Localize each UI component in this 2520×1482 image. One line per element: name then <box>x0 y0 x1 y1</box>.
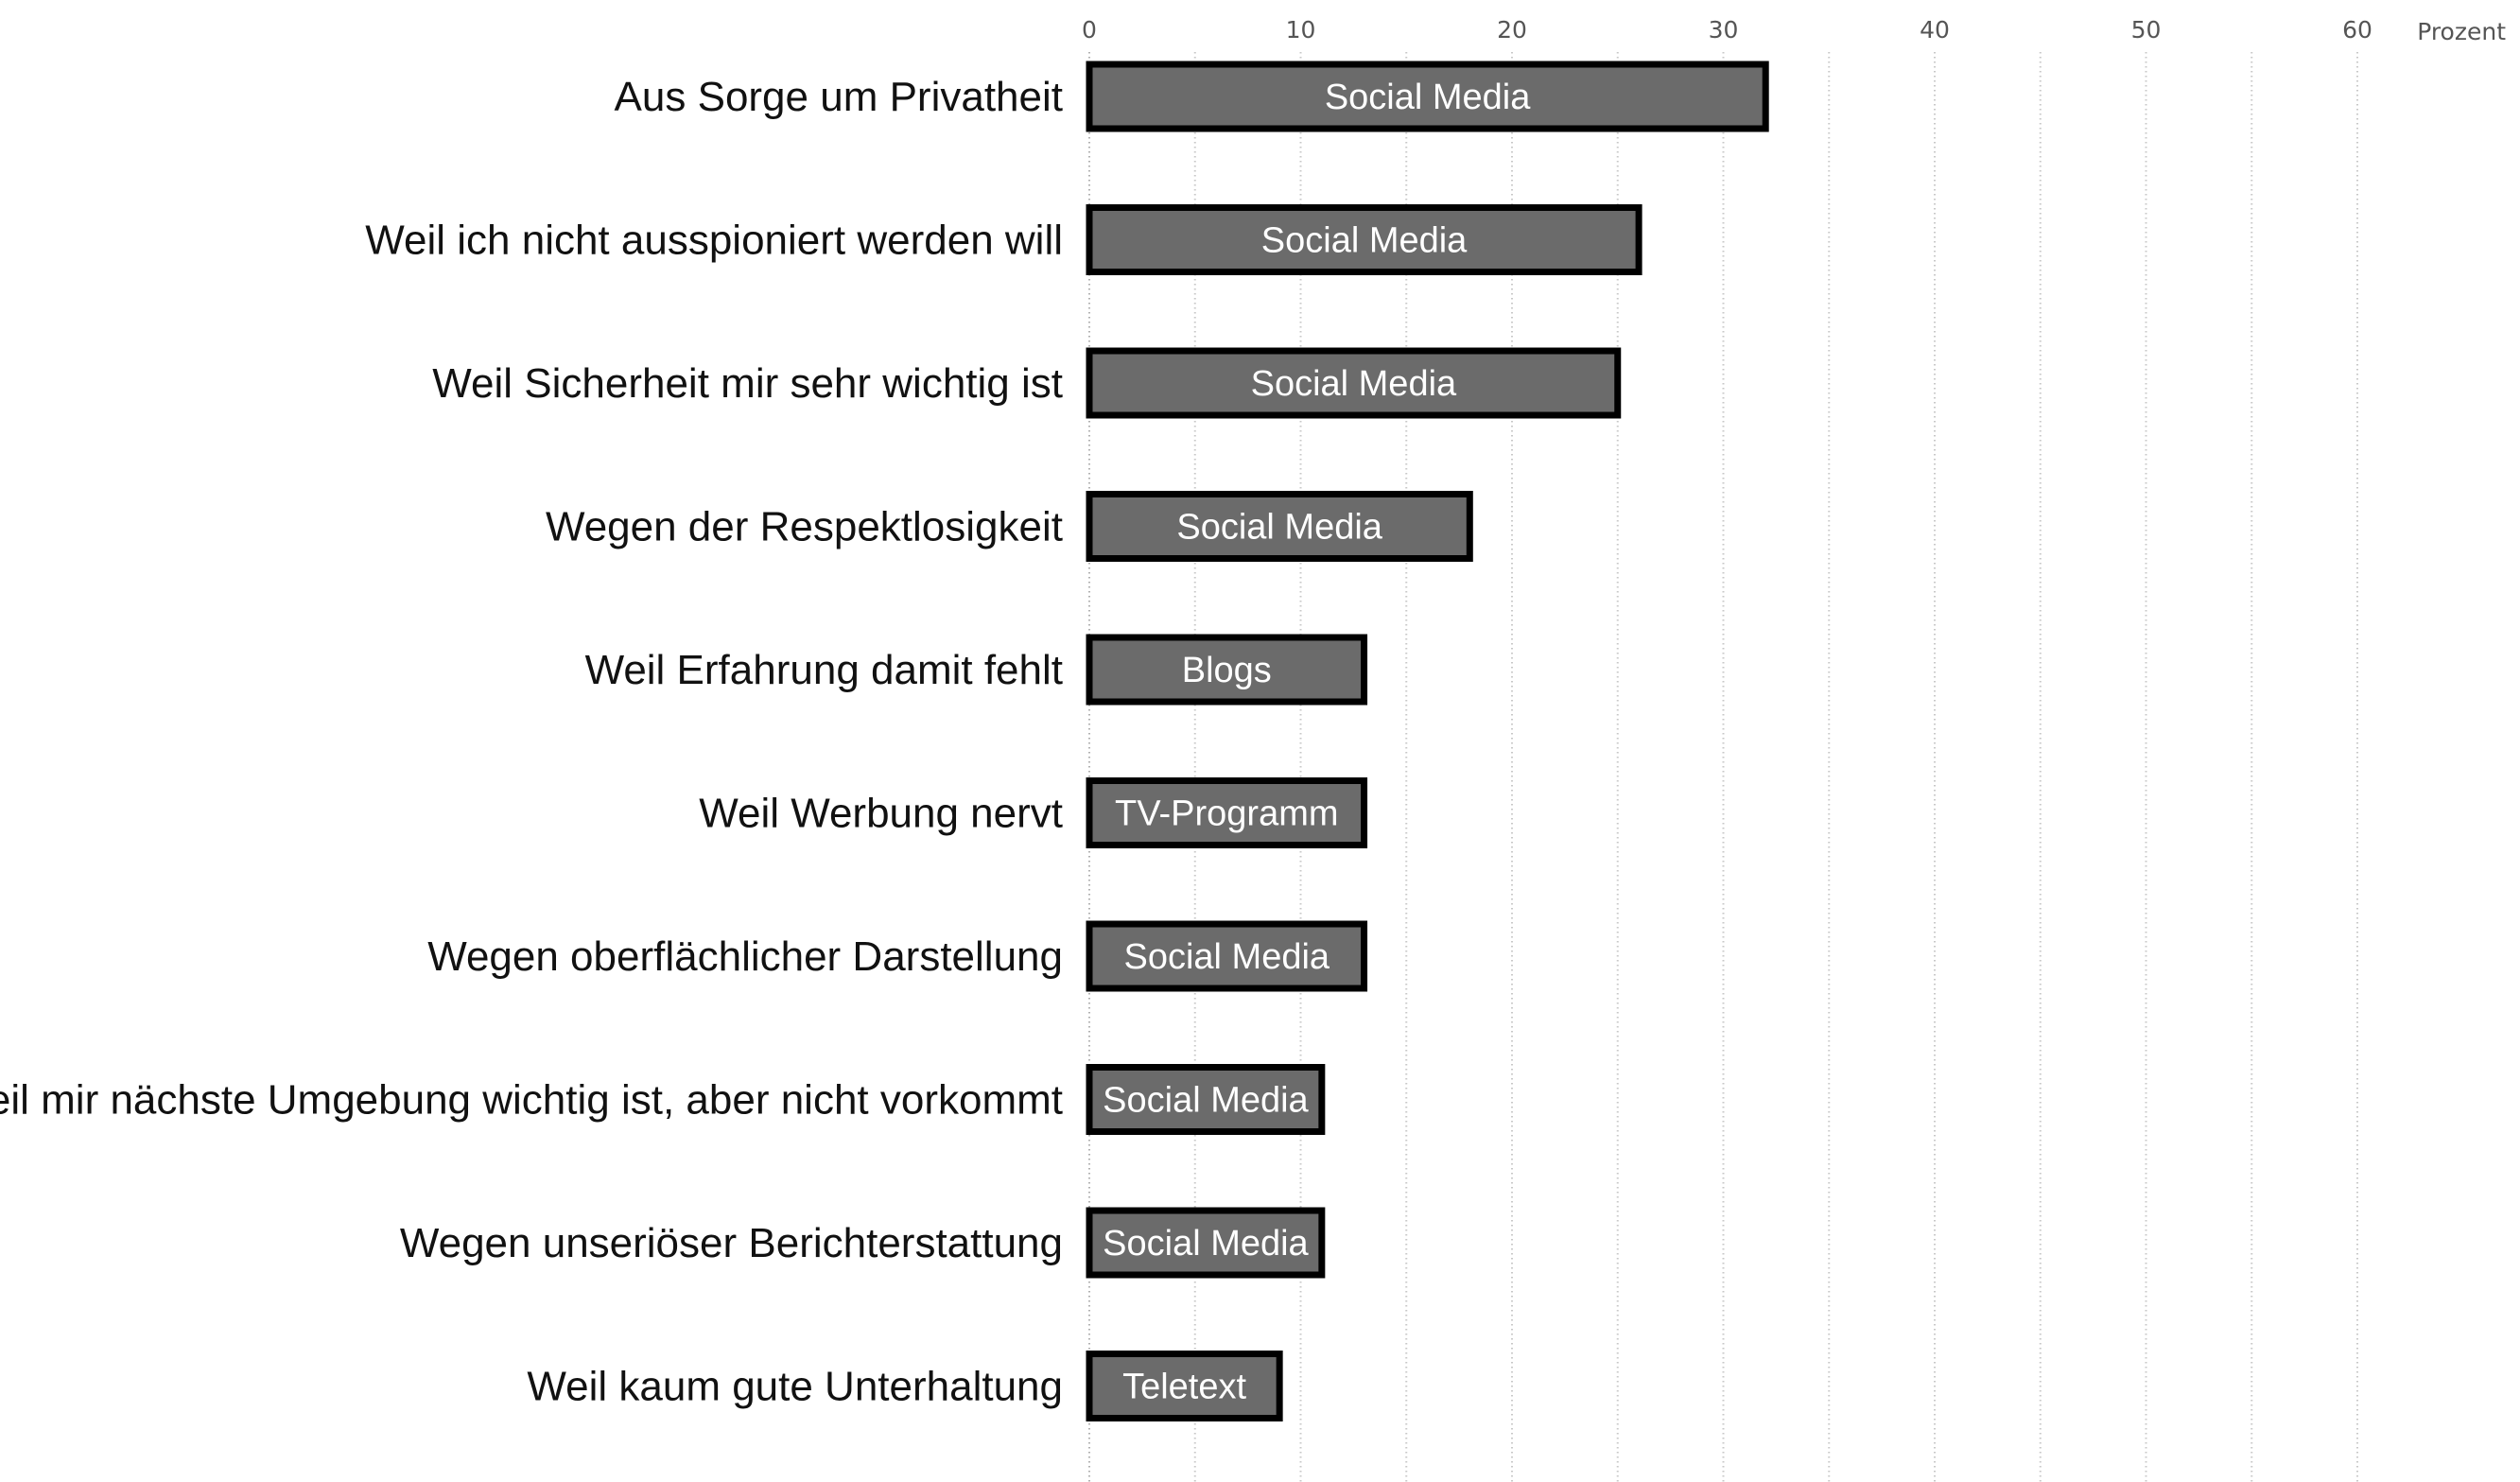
bar-label: Social Media <box>1123 937 1330 977</box>
category-label: Weil mir nächste Umgebung wichtig ist, a… <box>0 1077 1063 1124</box>
category-label: Wegen der Respektlosigkeit <box>546 504 1063 550</box>
bar-label: Social Media <box>1261 221 1468 261</box>
category-label: Wegen unseriöser Berichterstattung <box>400 1220 1063 1266</box>
category-label: Weil Sicherheit mir sehr wichtig ist <box>432 360 1063 407</box>
x-tick-label: 50 <box>2131 16 2162 44</box>
x-axis-unit-label: Prozent <box>2417 18 2506 45</box>
x-tick-label: 20 <box>1497 16 1527 44</box>
category-label: Aus Sorge um Privatheit <box>615 74 1063 120</box>
x-tick-label: 30 <box>1709 16 1739 44</box>
category-label: Weil Erfahrung damit fehlt <box>585 647 1063 693</box>
x-axis-ticks: 0 10 20 30 40 50 60 Prozent <box>1082 16 2506 45</box>
bar-label: Social Media <box>1103 1224 1309 1264</box>
bar-label: Social Media <box>1103 1081 1309 1121</box>
bar-label: Blogs <box>1182 651 1272 690</box>
bar-chart: 0 10 20 30 40 50 60 Prozent Social MediaSocial … <box>0 16 2506 1482</box>
x-tick-label: 10 <box>1286 16 1316 44</box>
bar-label: Teletext <box>1122 1368 1246 1407</box>
category-labels: Aus Sorge um Privatheit Weil ich nicht au… <box>0 74 1063 1410</box>
bar-label: TV-Programm <box>1115 794 1338 834</box>
bar-label: Social Media <box>1325 78 1531 117</box>
x-tick-label: 40 <box>1920 16 1950 44</box>
x-tick-label: 0 <box>1082 16 1097 44</box>
category-label: Weil ich nicht ausspioniert werden will <box>365 218 1063 264</box>
x-tick-label: 60 <box>2342 16 2372 44</box>
category-label: Wegen oberflächlicher Darstellung <box>427 933 1063 980</box>
bar-label: Social Media <box>1251 364 1457 404</box>
bars: Social Media Social Media Social Media Soci… <box>1086 61 1769 1421</box>
category-label: Weil Werbung nervt <box>699 791 1063 837</box>
bar-label: Social Media <box>1176 508 1382 548</box>
category-label: Weil kaum gute Unterhaltung <box>527 1364 1063 1410</box>
